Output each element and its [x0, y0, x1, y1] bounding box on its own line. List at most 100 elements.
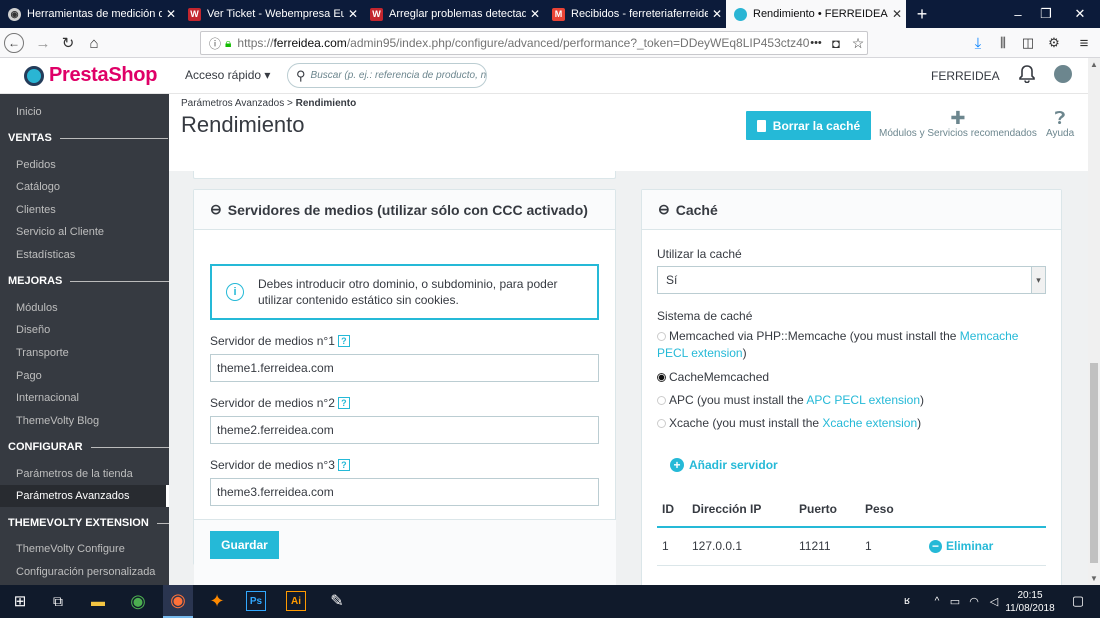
apc-pecl-link[interactable]: APC PECL extension	[806, 393, 920, 407]
sidebar-item-estadisticas[interactable]: Estadísticas	[16, 249, 75, 261]
firefox-icon[interactable]: ◉	[163, 585, 193, 618]
sidebar-section-configurar: CONFIGURAR	[8, 441, 169, 453]
column-header-id: ID	[662, 502, 674, 516]
media-server-2-input[interactable]: theme2.ferreidea.com	[210, 416, 599, 444]
extension-icon[interactable]: ⚙	[1044, 33, 1064, 53]
sidebar-item-clientes[interactable]: Clientes	[16, 204, 56, 216]
pocket-icon[interactable]: ◘	[826, 33, 846, 53]
forward-icon[interactable]: →	[33, 33, 53, 53]
help-icon[interactable]: ?	[337, 335, 350, 347]
address-bar[interactable]: ⓘ 🔒︎ https://ferreidea.com/admin95/index…	[200, 31, 868, 55]
sidebar-item-themevolty-configure[interactable]: ThemeVolty Configure	[16, 543, 125, 555]
sidebar-item-transporte[interactable]: Transporte	[16, 347, 69, 359]
prestashop-logo-icon	[24, 65, 44, 86]
close-icon[interactable]: ✕	[344, 7, 362, 21]
person-icon[interactable]: ʁ	[895, 589, 919, 613]
lock-icon: 🔒︎	[225, 35, 232, 50]
radio-memcache[interactable]: Memcached via PHP::Memcache (you must in…	[657, 328, 1046, 362]
photoshop-icon[interactable]: Ps	[246, 591, 266, 611]
delete-server-button[interactable]: − Eliminar	[929, 539, 993, 553]
chrome-icon[interactable]: ◉	[126, 589, 150, 613]
radio-button-selected[interactable]	[657, 373, 666, 382]
avast-icon[interactable]: ✦	[205, 589, 229, 613]
quick-access-dropdown[interactable]: Acceso rápido ▾	[185, 68, 270, 82]
search-input[interactable]: ⚲ Buscar (p. ej.: referencia de producto…	[287, 63, 487, 88]
reload-icon[interactable]: ↻	[58, 33, 78, 53]
restore-icon[interactable]: ❐	[1028, 0, 1064, 28]
bookmark-star-icon[interactable]: ☆	[848, 33, 868, 53]
sidebar-item-parametros-tienda[interactable]: Parámetros de la tienda	[16, 468, 133, 480]
browser-tab-active[interactable]: Rendimiento • FERREIDEA ✕	[726, 0, 906, 28]
sidebar-item-pago[interactable]: Pago	[16, 370, 42, 382]
sidebar-toggle-icon[interactable]: ◫	[1018, 33, 1038, 53]
breadcrumb-parent[interactable]: Parámetros Avanzados	[181, 98, 284, 109]
help-icon[interactable]: ?	[337, 459, 350, 471]
radio-button[interactable]	[657, 332, 666, 341]
browser-tab[interactable]: W Ver Ticket - Webempresa Europ ✕	[180, 0, 362, 28]
taskbar-clock[interactable]: 20:15 11/08/2018	[1004, 589, 1056, 615]
notification-center-icon[interactable]: ▢	[1066, 589, 1090, 613]
close-icon[interactable]: ✕	[708, 7, 726, 21]
prestashop-logo[interactable]: PrestaShop	[24, 64, 157, 87]
breadcrumb: Parámetros Avanzados > Rendimiento	[181, 98, 357, 109]
media-server-1-input[interactable]: theme1.ferreidea.com	[210, 354, 599, 382]
browser-tab[interactable]: W Arreglar problemas detectados ✕	[362, 0, 544, 28]
page-scrollbar[interactable]: ▲ ▼	[1088, 58, 1100, 585]
table-row: 1 127.0.0.1 11211 1 − Eliminar	[657, 539, 1046, 566]
sidebar-item-parametros-avanzados[interactable]: Parámetros Avanzados	[0, 485, 169, 507]
xcache-link[interactable]: Xcache extension	[822, 416, 917, 430]
scrollbar-thumb[interactable]	[1090, 363, 1098, 563]
sidebar-item-diseno[interactable]: Diseño	[16, 324, 50, 336]
library-icon[interactable]: ⫼	[993, 33, 1013, 53]
clear-cache-button[interactable]: Borrar la caché	[746, 111, 871, 140]
window-close-icon[interactable]: ✕	[1062, 0, 1098, 28]
sidebar-item-inicio[interactable]: Inicio	[16, 106, 42, 118]
close-icon[interactable]: ✕	[526, 7, 544, 21]
volume-icon[interactable]: ◁	[982, 589, 1006, 613]
browser-nav-bar: ← → ↻ ⌂ ⓘ 🔒︎ https://ferreidea.com/admin…	[0, 28, 1100, 58]
app-icon[interactable]: ✎	[325, 589, 349, 613]
help-icon[interactable]: ?	[337, 397, 350, 409]
radio-apc[interactable]: APC (you must install the APC PECL exten…	[657, 392, 1046, 409]
page-title: Rendimiento	[181, 112, 305, 137]
radio-button[interactable]	[657, 396, 666, 405]
help-button[interactable]: ❓︎ Ayuda	[1046, 108, 1074, 139]
close-icon[interactable]: ✕	[162, 7, 180, 21]
radio-cachememcached[interactable]: CacheMemcached	[657, 369, 1046, 386]
sidebar-item-servicio-cliente[interactable]: Servicio al Cliente	[16, 226, 104, 238]
illustrator-icon[interactable]: Ai	[286, 591, 306, 611]
browser-tab[interactable]: ◉ Herramientas de medición de ✕	[0, 0, 180, 28]
sidebar-item-configuracion-personalizada[interactable]: Configuración personalizada	[16, 566, 155, 578]
scroll-up-icon[interactable]: ▲	[1090, 60, 1098, 69]
notifications-bell-icon[interactable]	[1019, 65, 1035, 83]
sidebar-item-modulos[interactable]: Módulos	[16, 302, 58, 314]
panel-footer: Guardar	[194, 519, 616, 585]
home-icon[interactable]: ⌂	[84, 33, 104, 53]
sidebar-item-internacional[interactable]: Internacional	[16, 392, 79, 404]
task-view-icon[interactable]: ⧉	[46, 589, 70, 613]
sidebar-item-catalogo[interactable]: Catálogo	[16, 181, 60, 193]
browser-tab-bar: ◉ Herramientas de medición de ✕ W Ver Ti…	[0, 0, 1100, 28]
file-explorer-icon[interactable]: ▬	[86, 589, 110, 613]
scroll-down-icon[interactable]: ▼	[1090, 574, 1098, 583]
new-tab-button[interactable]: +	[904, 0, 940, 28]
shop-name-link[interactable]: FERREIDEA	[931, 69, 1000, 83]
recommended-modules-button[interactable]: ✚ Módulos y Servicios recomendados	[879, 108, 1037, 139]
download-icon[interactable]: ⤓	[968, 33, 988, 53]
media-server-3-input[interactable]: theme3.ferreidea.com	[210, 478, 599, 506]
search-icon: ⚲	[296, 67, 306, 83]
radio-button[interactable]	[657, 419, 666, 428]
user-avatar-icon[interactable]	[1054, 65, 1072, 83]
sidebar-item-pedidos[interactable]: Pedidos	[16, 159, 56, 171]
radio-xcache[interactable]: Xcache (you must install the Xcache exte…	[657, 415, 1046, 432]
save-button[interactable]: Guardar	[210, 531, 279, 559]
browser-tab[interactable]: M Recibidos - ferreteriaferreidea@ ✕	[544, 0, 726, 28]
use-cache-select[interactable]: Sí ▾	[657, 266, 1046, 294]
page-actions-icon[interactable]: •••	[804, 33, 828, 53]
link-icon: ⊖	[210, 201, 222, 217]
back-icon[interactable]: ←	[4, 33, 24, 53]
windows-start-icon[interactable]: ⊞	[8, 589, 32, 613]
add-server-button[interactable]: + Añadir servidor	[670, 458, 778, 472]
sidebar-item-themevolty-blog[interactable]: ThemeVolty Blog	[16, 415, 99, 427]
menu-icon[interactable]: ≡	[1074, 33, 1094, 53]
